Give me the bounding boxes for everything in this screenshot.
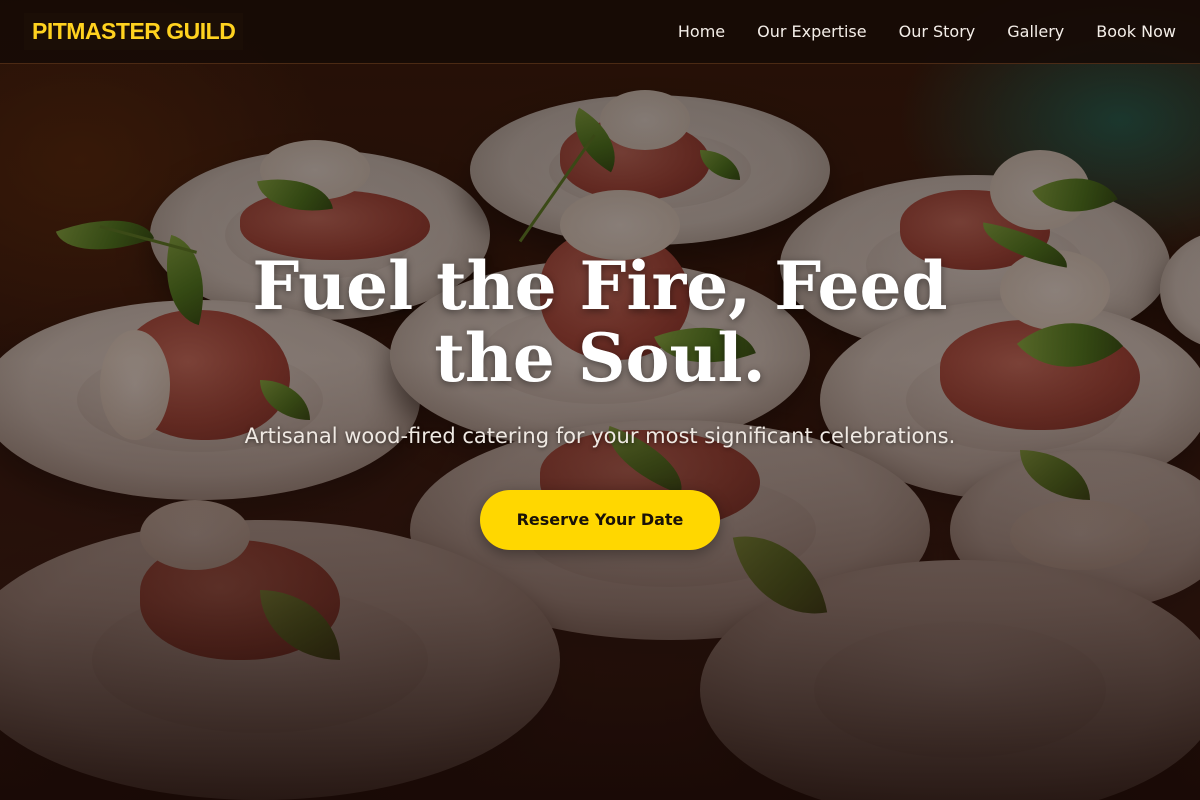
brand-logo[interactable]: PITMASTER GUILD <box>24 13 244 50</box>
main-navigation: Home Our Expertise Our Story Gallery Boo… <box>678 22 1176 41</box>
hero-subtitle: Artisanal wood-fired catering for your m… <box>244 424 956 448</box>
nav-link-our-expertise[interactable]: Our Expertise <box>757 22 866 41</box>
site-header: PITMASTER GUILD Home Our Expertise Our S… <box>0 0 1200 64</box>
hero-title: Fuel the Fire, Feed the Soul. <box>252 247 948 397</box>
nav-link-gallery[interactable]: Gallery <box>1007 22 1064 41</box>
nav-link-book-now[interactable]: Book Now <box>1096 22 1176 41</box>
reserve-date-button[interactable]: Reserve Your Date <box>480 490 720 550</box>
nav-link-home[interactable]: Home <box>678 22 725 41</box>
nav-link-our-story[interactable]: Our Story <box>899 22 976 41</box>
hero-section: Fuel the Fire, Feed the Soul. Artisanal … <box>0 250 1200 550</box>
